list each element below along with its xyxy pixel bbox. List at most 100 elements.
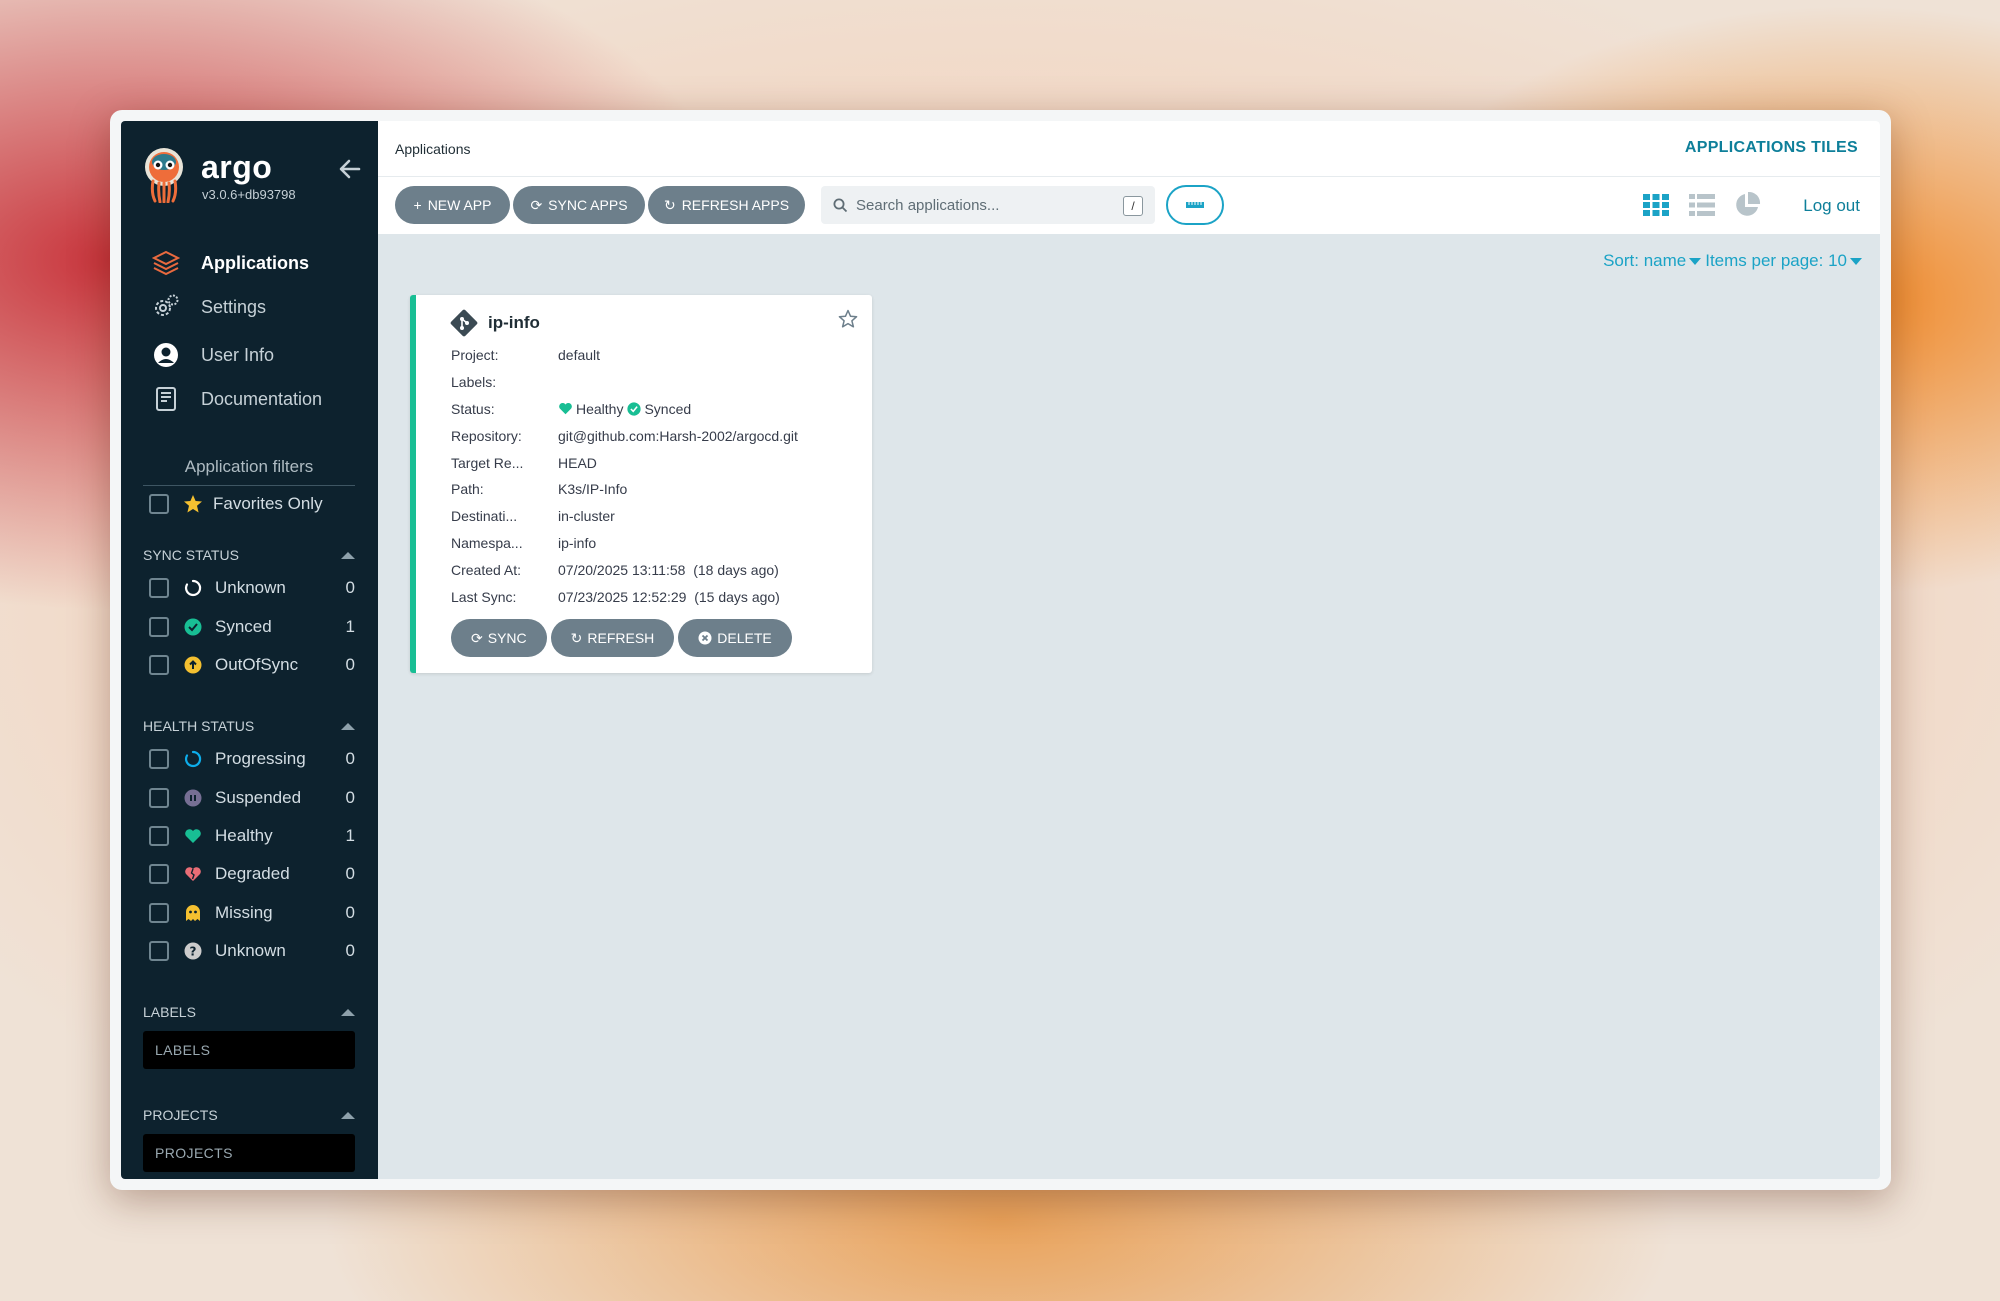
list-icon xyxy=(1689,194,1715,216)
git-icon xyxy=(450,309,478,337)
app-refresh-button[interactable]: ↻ REFRESH xyxy=(550,619,675,657)
labels-input[interactable]: LABELS xyxy=(143,1031,355,1069)
prop-destination: Destinati... in-cluster xyxy=(451,503,798,530)
filter-label: Unknown xyxy=(215,578,286,598)
star-outline-icon xyxy=(838,309,858,328)
filter-health-missing[interactable]: Missing 0 xyxy=(149,894,355,932)
app-actions: ⟳ SYNC ↻ REFRESH DELETE xyxy=(451,619,792,657)
caret-up-icon xyxy=(341,551,355,559)
sort-dropdown[interactable]: Sort: name xyxy=(1603,251,1702,271)
nav-item-applications[interactable]: Applications xyxy=(121,241,378,285)
filter-checkbox[interactable] xyxy=(149,941,169,962)
filter-checkbox[interactable] xyxy=(149,749,169,770)
favorites-filter[interactable]: Favorites Only xyxy=(149,494,323,514)
circle-notch-icon xyxy=(183,578,203,598)
filter-health-healthy[interactable]: Healthy 1 xyxy=(149,817,355,855)
app-name[interactable]: ip-info xyxy=(488,313,540,333)
main-content: Applications APPLICATIONS TILES + NEW AP… xyxy=(378,121,1880,1179)
filter-sync-unknown[interactable]: Unknown 0 xyxy=(149,569,355,607)
refresh-apps-label: REFRESH APPS xyxy=(681,197,790,213)
nav-item-documentation[interactable]: Documentation xyxy=(121,377,378,421)
filter-label: OutOfSync xyxy=(215,654,299,674)
view-tiles-button[interactable] xyxy=(1641,191,1671,219)
nav-label-documentation: Documentation xyxy=(201,388,323,409)
app-sync-label: SYNC xyxy=(487,630,527,646)
projects-input[interactable]: PROJECTS xyxy=(143,1134,355,1172)
filter-checkbox[interactable] xyxy=(149,578,169,599)
view-list-button[interactable] xyxy=(1687,191,1717,219)
projects-title: PROJECTS xyxy=(143,1107,218,1123)
filter-checkbox[interactable] xyxy=(149,825,169,846)
labels-header[interactable]: LABELS xyxy=(143,1004,355,1020)
arrow-up-circle-icon xyxy=(183,655,203,675)
filter-checkbox[interactable] xyxy=(149,787,169,808)
prop-key: Namespa... xyxy=(451,534,523,551)
prop-last-sync: Last Sync: 07/23/2025 12:52:29 (15 days … xyxy=(451,583,798,610)
prop-value: 07/20/2025 13:11:58 (18 days ago) xyxy=(558,561,779,578)
filter-health-suspended[interactable]: Suspended 0 xyxy=(149,778,355,816)
nav-label-settings: Settings xyxy=(201,296,267,317)
sync-apps-button[interactable]: ⟳ SYNC APPS xyxy=(513,186,645,224)
filter-health-degraded[interactable]: Degraded 0 xyxy=(149,855,355,893)
nav-item-user-info[interactable]: User Info xyxy=(121,333,378,377)
filter-checkbox[interactable] xyxy=(149,864,169,885)
times-circle-icon xyxy=(698,631,712,645)
favorite-toggle[interactable] xyxy=(838,309,858,334)
filter-sync-outofsync[interactable]: OutOfSync 0 xyxy=(149,646,355,684)
prop-value: in-cluster xyxy=(558,508,615,525)
filters-title: Application filters xyxy=(143,457,355,486)
ghost-icon xyxy=(183,903,203,923)
favorites-checkbox[interactable] xyxy=(149,494,169,514)
brand-name: argo xyxy=(201,149,273,185)
view-summary-button[interactable] xyxy=(1732,191,1762,219)
book-icon xyxy=(151,384,181,414)
filter-health-unknown[interactable]: ? Unknown 0 xyxy=(149,932,355,970)
nav-label-applications: Applications xyxy=(201,252,310,273)
filter-checkbox[interactable] xyxy=(149,902,169,923)
filter-checkbox[interactable] xyxy=(149,616,169,637)
filter-sync-synced[interactable]: Synced 1 xyxy=(149,607,355,645)
pause-circle-icon xyxy=(183,788,203,808)
heart-icon xyxy=(559,403,572,415)
prop-key: Path: xyxy=(451,481,484,498)
app-properties: Project: default Labels: Status: Healthy… xyxy=(451,342,798,610)
filter-count: 0 xyxy=(345,902,355,922)
prop-value: git@github.com:Harsh-2002/argocd.git xyxy=(558,427,798,444)
logout-link[interactable]: Log out xyxy=(1803,196,1860,216)
prop-key: Repository: xyxy=(451,427,522,444)
filter-toggle-button[interactable] xyxy=(1166,185,1224,225)
prop-key: Status: xyxy=(451,400,495,417)
prop-repository: Repository: git@github.com:Harsh-2002/ar… xyxy=(451,422,798,449)
prop-key: Target Re... xyxy=(451,454,524,471)
filter-count: 0 xyxy=(345,578,355,598)
health-status-header[interactable]: HEALTH STATUS xyxy=(143,718,355,734)
sync-status-header[interactable]: SYNC STATUS xyxy=(143,547,355,563)
search-box[interactable]: / xyxy=(821,186,1155,224)
prop-created-at: Created At: 07/20/2025 13:11:58 (18 days… xyxy=(451,556,798,583)
filter-health-progressing[interactable]: Progressing 0 xyxy=(149,740,355,778)
nav-item-settings[interactable]: Settings xyxy=(121,285,378,329)
filter-label: Degraded xyxy=(215,864,290,884)
breadcrumb[interactable]: Applications xyxy=(395,141,471,157)
argo-app: argo v3.0.6+db93798 Applications Setting… xyxy=(121,121,1880,1179)
app-delete-button[interactable]: DELETE xyxy=(678,619,792,657)
ruler-icon xyxy=(1186,202,1204,208)
app-sync-button[interactable]: ⟳ SYNC xyxy=(451,619,547,657)
search-input[interactable] xyxy=(856,196,1116,214)
prop-status: Status: Healthy Synced xyxy=(451,396,798,423)
filter-label: Unknown xyxy=(215,941,286,961)
caret-down-icon xyxy=(1850,258,1862,266)
app-tile[interactable]: ip-info Project: default Labels: Status: xyxy=(410,295,872,673)
new-app-button[interactable]: + NEW APP xyxy=(395,186,510,224)
collapse-sidebar-button[interactable] xyxy=(339,155,361,186)
prop-value: ip-info xyxy=(558,534,597,551)
filter-count: 1 xyxy=(345,616,355,636)
items-per-page-dropdown[interactable]: Items per page: 10 xyxy=(1705,251,1862,271)
filter-checkbox[interactable] xyxy=(149,654,169,675)
argo-logo-icon xyxy=(145,148,183,203)
app-refresh-label: REFRESH xyxy=(587,630,655,646)
projects-header[interactable]: PROJECTS xyxy=(143,1107,355,1123)
filter-count: 1 xyxy=(345,825,355,845)
page-title: APPLICATIONS TILES xyxy=(1684,139,1858,156)
refresh-apps-button[interactable]: ↻ REFRESH APPS xyxy=(648,186,805,224)
